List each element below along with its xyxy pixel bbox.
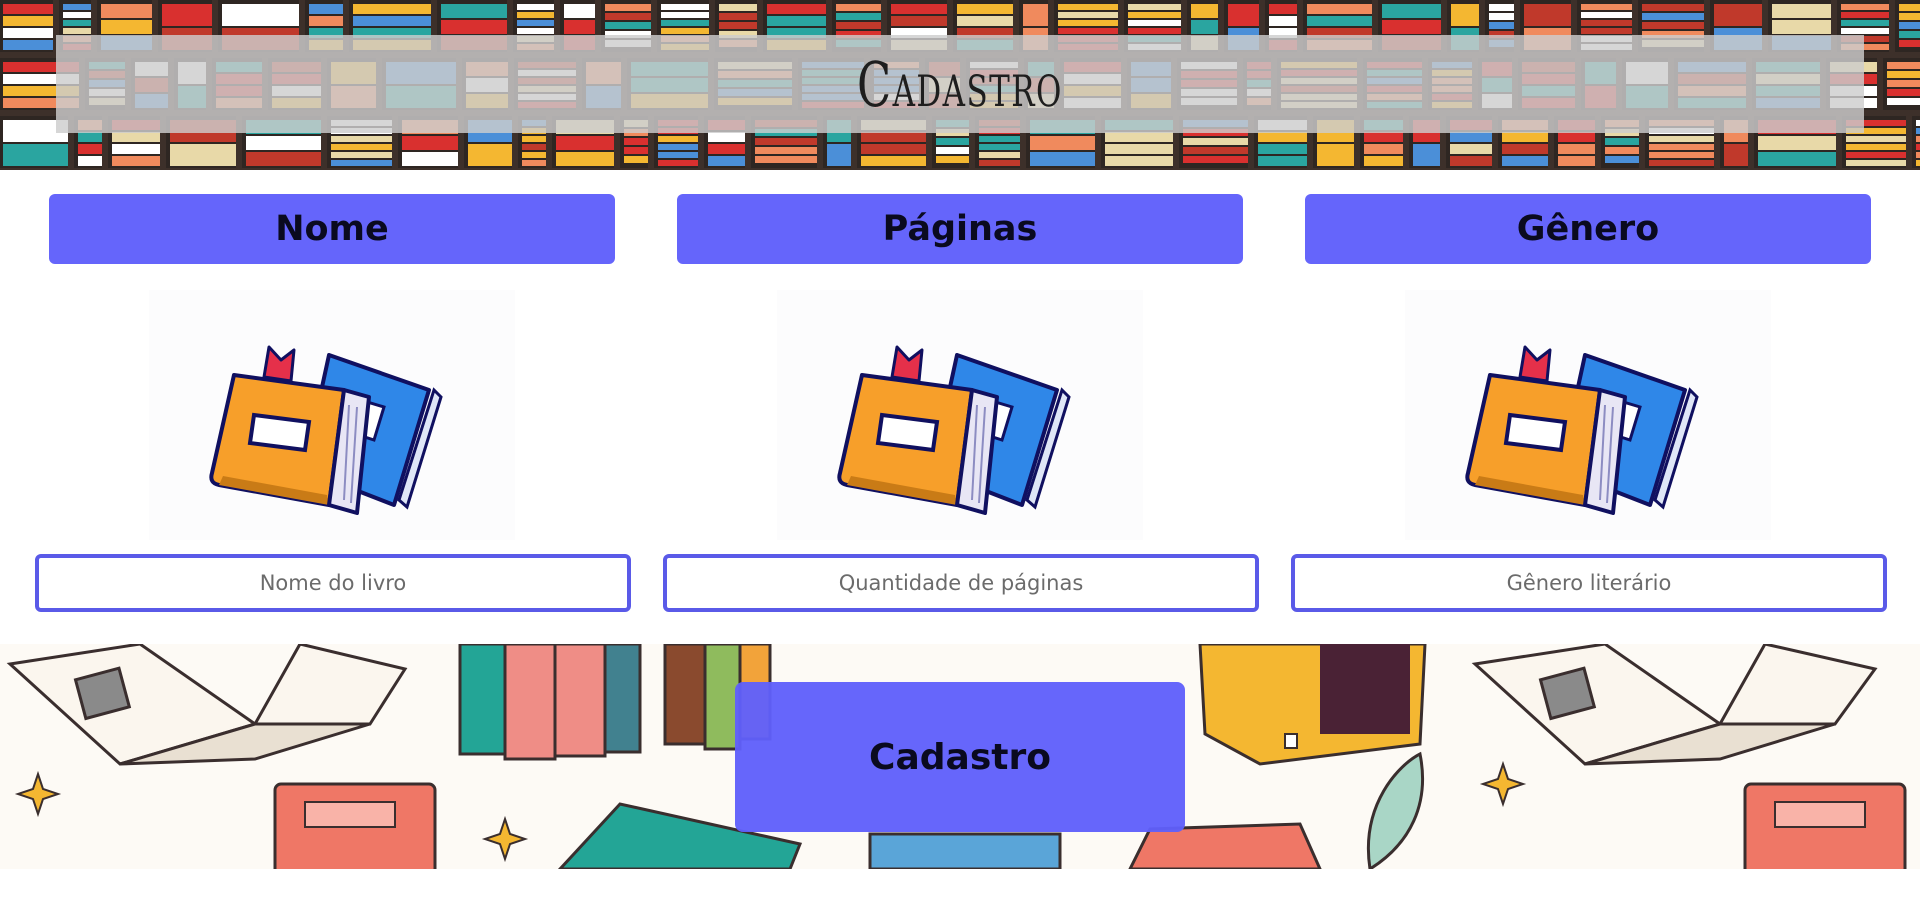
column-header-paginas: Páginas: [677, 194, 1243, 264]
genre-input[interactable]: [1291, 554, 1887, 612]
books-illustration-icon: [149, 290, 515, 540]
books-illustration-icon: [1405, 290, 1771, 540]
column-header-genero: Gênero: [1305, 194, 1871, 264]
books-illustration-icon: [777, 290, 1143, 540]
page-title: Cadastro: [857, 47, 1063, 121]
title-band: Cadastro: [56, 35, 1864, 133]
book-name-input[interactable]: [35, 554, 631, 612]
column-header-nome: Nome: [49, 194, 615, 264]
page-count-input[interactable]: [663, 554, 1259, 612]
header-banner: Cadastro: [0, 0, 1920, 170]
cadastro-submit-button[interactable]: Cadastro: [735, 682, 1185, 832]
